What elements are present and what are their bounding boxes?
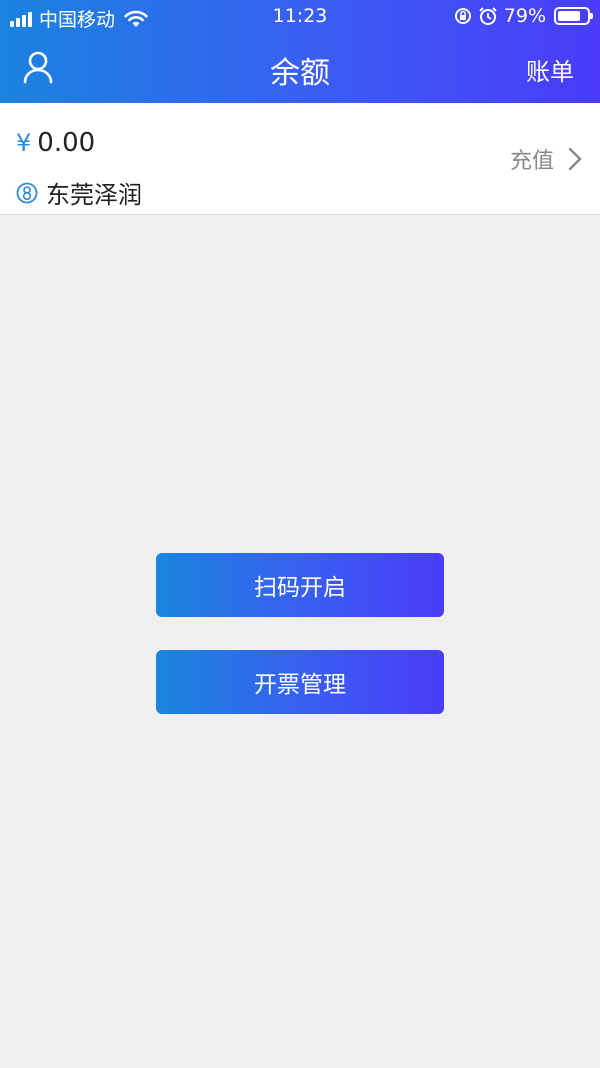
currency-symbol: ¥ [16, 129, 32, 157]
rotation-lock-icon [454, 8, 471, 24]
battery-percent: 79% [503, 5, 546, 27]
page-title: 余额 [270, 56, 330, 91]
recharge-label: 充值 [509, 149, 554, 174]
balance-amount-row: ¥ 0.00 [16, 128, 95, 158]
status-bar: 中国移动 11:23 79% [0, 0, 600, 34]
scan-to-start-button[interactable]: 扫码开启 [156, 553, 444, 617]
bill-button[interactable]: 账单 [526, 52, 574, 87]
company-name: 东莞泽润 [46, 181, 142, 209]
balance-amount: 0.00 [37, 128, 96, 158]
navbar: 余额 账单 [0, 34, 600, 103]
invoice-management-button[interactable]: 开票管理 [156, 650, 444, 714]
balance-card: ¥ 0.00 东莞泽润 充值 [0, 103, 600, 215]
company-logo-icon [16, 182, 38, 203]
status-bar-right: 79% [454, 5, 593, 27]
battery-icon [554, 7, 593, 25]
app-header: 中国移动 11:23 79% 余额 账单 [0, 0, 600, 103]
company-row: 东莞泽润 [16, 175, 142, 210]
recharge-button[interactable]: 充值 [510, 143, 582, 175]
battery-level [558, 11, 581, 21]
alarm-icon [479, 7, 497, 25]
chevron-right-icon [568, 147, 582, 171]
